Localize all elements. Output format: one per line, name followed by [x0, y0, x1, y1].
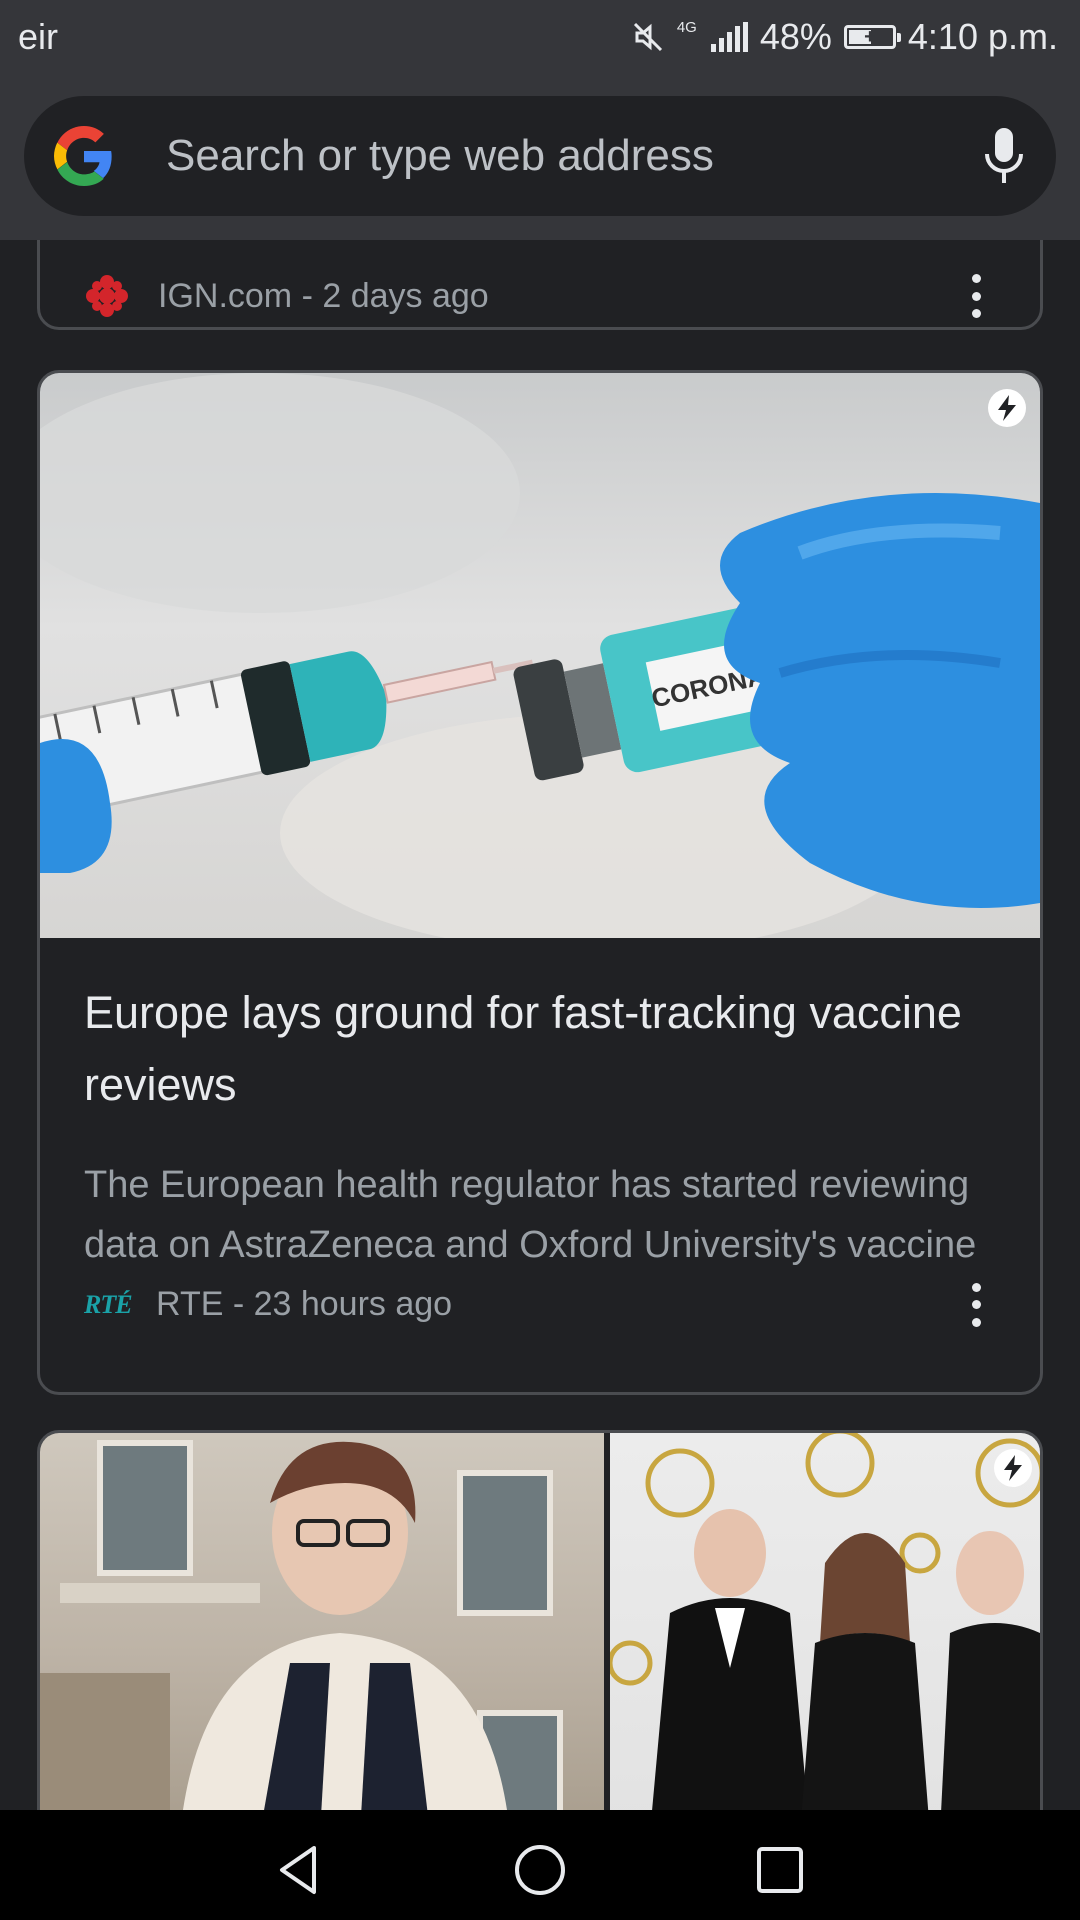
home-icon[interactable] — [510, 1840, 570, 1900]
news-feed: IGN.com - 2 days ago CORONAVIRUS Europe … — [0, 240, 1080, 1810]
article-image: CORONAVIRUS — [40, 373, 1040, 938]
search-input[interactable]: Search or type web address — [166, 131, 982, 181]
source-row: IGN.com - 2 days ago — [84, 273, 996, 319]
source-label: RTE - 23 hours ago — [156, 1285, 453, 1323]
browser-toolbar: Search or type web address — [0, 74, 1080, 240]
article-image-right — [610, 1433, 1040, 1810]
more-options-icon[interactable] — [970, 1282, 982, 1327]
recents-icon[interactable] — [750, 1840, 810, 1900]
status-bar: eir 4G 48% + 4:10 p.m. — [0, 0, 1080, 74]
article-snippet: The European health regulator has starte… — [84, 1164, 977, 1266]
signal-icon — [710, 22, 748, 52]
mic-icon[interactable] — [982, 126, 1026, 186]
vaccine-illustration: CORONAVIRUS — [40, 373, 1040, 938]
rte-logo: RTÉ — [84, 1289, 133, 1319]
clock: 4:10 p.m. — [907, 16, 1058, 57]
amp-lightning-icon — [988, 389, 1026, 427]
status-icons: 4G 48% + 4:10 p.m. — [631, 16, 1058, 58]
mute-icon — [633, 22, 662, 52]
source-row: RTÉ RTE - 23 hours ago — [84, 1282, 996, 1327]
battery-percent: 48% — [759, 16, 832, 57]
network-type: 4G — [676, 19, 697, 36]
source-label: IGN.com - 2 days ago — [158, 276, 489, 315]
battery-icon: + — [843, 25, 901, 49]
news-card[interactable] — [37, 1430, 1043, 1810]
more-options-icon[interactable] — [970, 274, 982, 318]
google-icon — [54, 126, 112, 186]
amp-lightning-icon — [994, 1449, 1032, 1487]
article-image-left — [40, 1433, 604, 1810]
ign-logo-icon — [86, 275, 128, 317]
carrier-label: eir — [18, 16, 59, 57]
news-card[interactable]: IGN.com - 2 days ago — [37, 240, 1043, 330]
news-card[interactable]: CORONAVIRUS Europe lays ground for fast-… — [37, 370, 1043, 1395]
system-nav-bar — [0, 1810, 1080, 1920]
article-headline[interactable]: Europe lays ground for fast-tracking vac… — [84, 977, 996, 1121]
back-icon[interactable] — [270, 1840, 330, 1900]
search-box[interactable]: Search or type web address — [24, 96, 1056, 216]
